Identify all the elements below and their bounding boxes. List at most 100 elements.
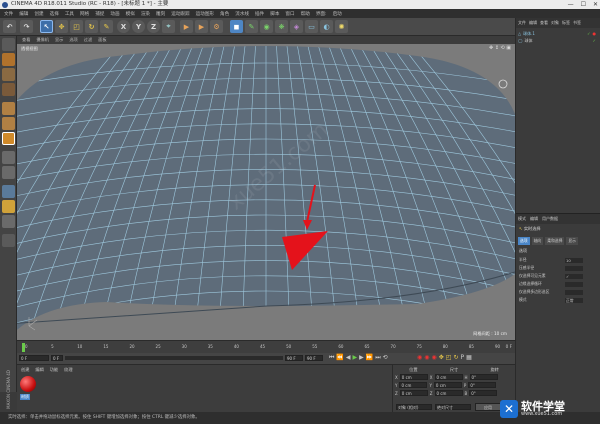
visibility-icon[interactable]: ✓ [593,38,596,43]
object-manager-tab[interactable]: 编辑 [529,20,537,26]
material-menu-item[interactable]: 功能 [50,367,58,373]
menu-item[interactable]: 雕刻 [156,11,165,17]
size-field[interactable]: 0 cm [434,374,463,380]
menu-item[interactable]: 窗口 [285,11,294,17]
menu-item[interactable]: 网格 [80,11,89,17]
recent-tool-icon[interactable]: ✎ [100,20,113,33]
material-menu-item[interactable]: 编辑 [35,367,43,373]
timeline-grid-icon[interactable]: ▦ [466,354,472,361]
floor-icon[interactable]: ▭ [305,20,318,33]
object-manager-tab[interactable]: 对象 [551,20,559,26]
menu-item[interactable]: 角色 [220,11,229,17]
menu-item[interactable]: 运动图形 [196,11,214,17]
menu-item[interactable]: 运动跟踪 [171,11,189,17]
close-button[interactable]: ✕ [593,0,598,9]
next-key-icon[interactable]: ⏩ [366,354,373,362]
snap-icon[interactable] [2,185,15,198]
move-tool-icon[interactable]: ✥ [55,20,68,33]
menu-item[interactable]: 帮助 [301,11,310,17]
render-settings-icon[interactable]: ⚙ [210,20,223,33]
preview-end-field[interactable]: 90 F [305,355,323,361]
material-menu-item[interactable]: 创建 [21,367,29,373]
menu-item[interactable]: 工具 [65,11,74,17]
render-picture-viewer-icon[interactable]: ▶ [195,20,208,33]
position-field[interactable]: 0 cm [399,382,428,388]
object-manager-tab[interactable]: 书签 [573,20,581,26]
rotation-field[interactable]: 0° [469,374,498,380]
parameter-key-icon[interactable]: P [460,354,464,361]
solo-icon[interactable] [2,234,15,247]
autokey-icon[interactable]: ◉ [424,354,429,361]
position-field[interactable]: 0 cm [399,390,428,396]
size-mode-select[interactable]: 绝对尺寸 [435,404,471,410]
deformer-icon[interactable]: ◈ [290,20,303,33]
attribute-subtab[interactable]: 轴向 [531,237,544,245]
planar-workplane-icon[interactable] [2,215,15,228]
visibility-icon[interactable]: ✓ [587,31,590,36]
maximize-button[interactable]: ☐ [581,0,586,9]
previous-frame-icon[interactable]: ◀ [346,354,351,362]
position-key-icon[interactable]: ✥ [439,354,444,361]
menu-item[interactable]: 动画 [110,11,119,17]
menu-item[interactable]: 流水线 [235,11,249,17]
viewport-perspective[interactable]: 透视视图 ✥ ↕ ⟲ ▣ 网格间距 : 10 cm xue51.com [17,44,515,340]
menu-item[interactable]: 选择 [50,11,59,17]
end-frame-field[interactable]: 90 F [285,355,303,361]
rotation-field[interactable]: 0° [469,390,498,396]
frame-range-slider[interactable] [65,356,283,360]
menu-item[interactable]: 插件 [255,11,264,17]
rotation-key-icon[interactable]: ↻ [453,354,458,361]
object-manager-tab[interactable]: 文件 [518,20,526,26]
axis-z-button[interactable]: Z [147,20,160,33]
axis-mode-icon[interactable] [2,151,15,164]
make-editable-icon[interactable] [2,38,15,51]
apply-button[interactable]: 应用 [475,403,501,411]
attribute-value[interactable] [565,289,583,295]
select-tool-icon[interactable]: ↖ [40,20,53,33]
attribute-value[interactable]: 10 [565,257,583,263]
menu-item[interactable]: 脚本 [270,11,279,17]
viewport-menu-item[interactable]: 查看 [22,36,30,44]
coordinate-mode-select[interactable]: 对象 (相对) [396,404,432,410]
lock-workplane-icon[interactable] [2,200,15,213]
next-frame-icon[interactable]: ▶ [359,354,364,362]
texture-mode-icon[interactable] [2,68,15,81]
material-swatch[interactable] [20,376,36,392]
render-view-icon[interactable]: ▶ [180,20,193,33]
pen-spline-icon[interactable]: ✎ [245,20,258,33]
previous-key-icon[interactable]: ⏪ [336,354,343,362]
object-manager-tab[interactable]: 标签 [562,20,570,26]
axis-x-button[interactable]: X [117,20,130,33]
viewport-menu-item[interactable]: 选项 [69,36,77,44]
viewport-menu-item[interactable]: 摄像机 [36,36,49,44]
position-field[interactable]: 0 cm [399,374,428,380]
size-field[interactable]: 0 cm [433,382,462,388]
coordinate-system-icon[interactable]: ⌖ [162,20,175,33]
attribute-manager-tab[interactable]: 模式 [518,216,526,222]
object-manager-tab[interactable]: 查看 [540,20,548,26]
object-row[interactable]: ◯ 球体 ✓ [518,37,596,44]
menu-item[interactable]: 编辑 [19,11,28,17]
camera-icon[interactable]: ◐ [320,20,333,33]
play-icon[interactable]: ▶ [353,354,358,362]
size-field[interactable]: 0 cm [434,390,463,396]
workplane-mode-icon[interactable] [2,83,15,96]
menu-item[interactable]: 捕捉 [95,11,104,17]
scale-key-icon[interactable]: ◰ [446,354,452,361]
rotate-tool-icon[interactable]: ↻ [85,20,98,33]
light-icon[interactable]: ✺ [335,20,348,33]
attribute-value[interactable] [565,281,583,287]
material-tag-icon[interactable]: ● [593,31,597,36]
points-mode-icon[interactable] [2,102,15,115]
viewport-menu-item[interactable]: 面板 [98,36,106,44]
edges-mode-icon[interactable] [2,117,15,130]
cube-icon[interactable]: ◼ [230,20,243,33]
menu-item[interactable]: 文件 [4,11,13,17]
polygons-mode-icon[interactable] [2,132,15,145]
start-frame-field[interactable]: 0 F [19,355,49,361]
attribute-subtab[interactable]: 柔和选择 [545,237,565,245]
material-label[interactable]: 材质 [20,394,30,400]
viewport-menu-item[interactable]: 过滤 [84,36,92,44]
menu-item[interactable]: 模拟 [126,11,135,17]
menu-item[interactable]: 界面: [316,11,327,17]
